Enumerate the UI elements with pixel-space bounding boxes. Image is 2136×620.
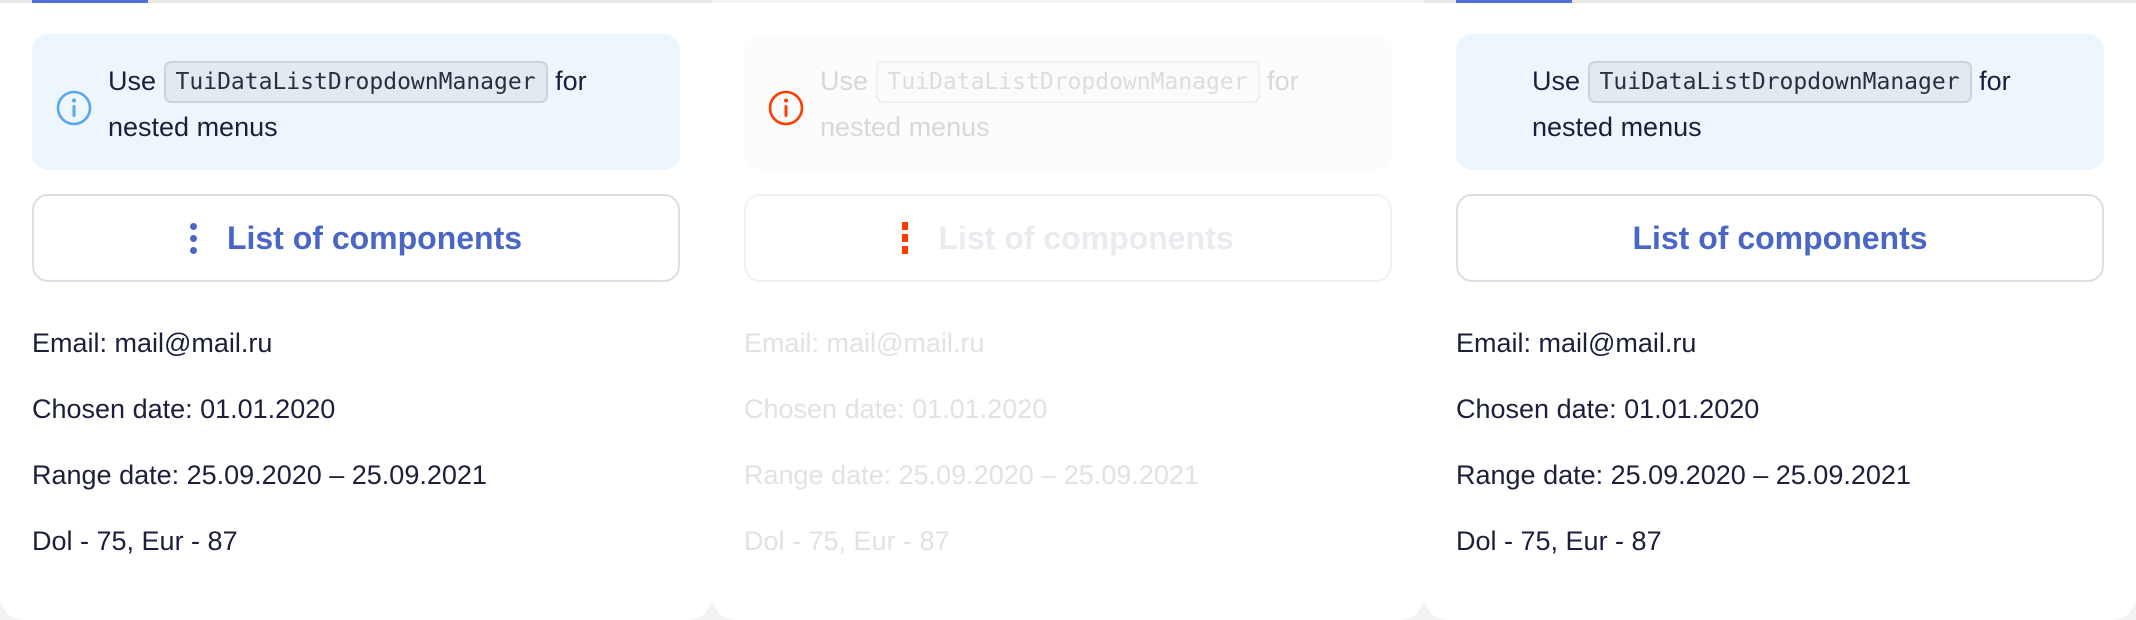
email-line: Email: mail@mail.ru bbox=[32, 328, 273, 358]
email-line: Email: mail@mail.ru bbox=[1456, 328, 1697, 358]
chosen-date-line: Chosen date: 01.01.2020 bbox=[744, 394, 1048, 424]
vertical-dots-icon bbox=[902, 222, 909, 254]
currency-line: Dol - 75, Eur - 87 bbox=[32, 526, 238, 556]
notice-code: TuiDataListDropdownManager bbox=[875, 61, 1260, 103]
notice-use-text: Use bbox=[820, 66, 869, 96]
chosen-date-line: Chosen date: 01.01.2020 bbox=[1456, 394, 1760, 424]
currency-line: Dol - 75, Eur - 87 bbox=[744, 526, 950, 556]
range-date-line: Range date: 25.09.2020 – 25.09.2021 bbox=[1456, 460, 1911, 490]
notification: Use TuiDataListDropdownManager for neste… bbox=[1456, 34, 2104, 170]
vertical-dots-icon bbox=[189, 222, 197, 254]
notice-code: TuiDataListDropdownManager bbox=[163, 61, 548, 103]
chosen-date-line: Chosen date: 01.01.2020 bbox=[32, 394, 336, 424]
active-tab-indicator bbox=[744, 0, 860, 3]
demo-panel-default: Use TuiDataListDropdownManager for neste… bbox=[0, 0, 712, 620]
list-of-components-button[interactable]: List of components bbox=[744, 194, 1392, 282]
list-of-components-label: List of components bbox=[1632, 219, 1928, 256]
demo-panel-faded: Use TuiDataListDropdownManager for neste… bbox=[712, 0, 1424, 620]
notice-use-text: Use bbox=[108, 66, 157, 96]
list-of-components-label: List of components bbox=[938, 219, 1234, 256]
demo-stage: Use TuiDataListDropdownManager for neste… bbox=[0, 0, 2136, 620]
list-of-components-button[interactable]: List of components bbox=[1456, 194, 2104, 282]
notification: Use TuiDataListDropdownManager for neste… bbox=[744, 34, 1392, 170]
list-of-components-label: List of components bbox=[226, 219, 523, 256]
active-tab-indicator[interactable] bbox=[32, 0, 148, 3]
range-date-line: Range date: 25.09.2020 – 25.09.2021 bbox=[32, 460, 487, 490]
active-tab-indicator[interactable] bbox=[1456, 0, 1572, 3]
notification: Use TuiDataListDropdownManager for neste… bbox=[32, 34, 680, 170]
range-date-line: Range date: 25.09.2020 – 25.09.2021 bbox=[744, 460, 1199, 490]
notice-use-text: Use bbox=[1532, 66, 1581, 96]
email-line: Email: mail@mail.ru bbox=[744, 328, 985, 358]
info-icon bbox=[768, 90, 804, 126]
list-of-components-button[interactable]: List of components bbox=[32, 194, 680, 282]
demo-panel-no-icons: Use TuiDataListDropdownManager for neste… bbox=[1424, 0, 2136, 620]
currency-line: Dol - 75, Eur - 87 bbox=[1456, 526, 1662, 556]
info-icon bbox=[56, 90, 92, 126]
notice-code: TuiDataListDropdownManager bbox=[1587, 61, 1972, 103]
